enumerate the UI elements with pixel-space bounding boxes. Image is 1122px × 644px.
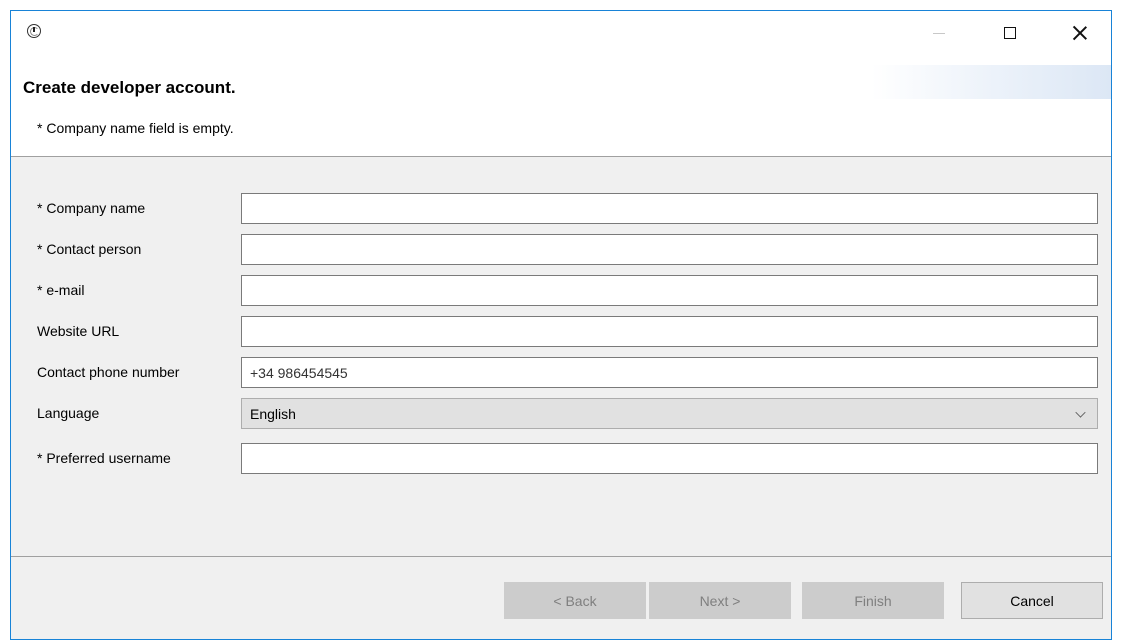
language-label: Language [37,405,100,421]
phone-field[interactable] [241,357,1098,388]
form-row-language: Language English [11,398,1111,430]
chevron-down-icon [1075,407,1086,418]
email-label: * e-mail [37,282,85,298]
maximize-button[interactable] [987,11,1033,55]
language-select[interactable]: English [241,398,1098,429]
next-button[interactable]: Next > [649,582,791,619]
form-row-email: * e-mail [11,275,1111,307]
footer-divider [11,556,1111,557]
contact-person-field[interactable] [241,234,1098,265]
company-name-label: * Company name [37,200,146,216]
email-field[interactable] [241,275,1098,306]
website-url-field[interactable] [241,316,1098,347]
username-label: * Preferred username [37,450,171,466]
contact-person-label: * Contact person [37,241,142,257]
wizard-header: Create developer account. * Company name… [11,55,1111,157]
account-form: * Company name * Contact person * e-mail… [11,158,1111,556]
header-banner-graphic [871,65,1111,99]
form-row-contact-person: * Contact person [11,234,1111,266]
language-selected-value: English [250,406,296,422]
username-field[interactable] [241,443,1098,474]
validation-message: * Company name field is empty. [37,120,234,136]
close-icon [1072,25,1088,41]
website-url-label: Website URL [37,323,120,339]
app-icon [27,24,41,38]
maximize-icon [1004,27,1016,39]
minimize-icon [933,32,945,34]
form-row-company-name: * Company name [11,193,1111,225]
form-row-website-url: Website URL [11,316,1111,348]
form-row-username: * Preferred username [11,443,1111,475]
page-title: Create developer account. [23,78,236,97]
dialog-window: Create developer account. * Company name… [10,10,1112,640]
company-name-field[interactable] [241,193,1098,224]
title-bar [11,11,1111,55]
finish-button[interactable]: Finish [802,582,944,619]
minimize-button[interactable] [916,11,962,55]
phone-label: Contact phone number [37,364,180,380]
close-button[interactable] [1057,11,1103,55]
back-button[interactable]: < Back [504,582,646,619]
cancel-button[interactable]: Cancel [961,582,1103,619]
form-row-phone: Contact phone number [11,357,1111,389]
